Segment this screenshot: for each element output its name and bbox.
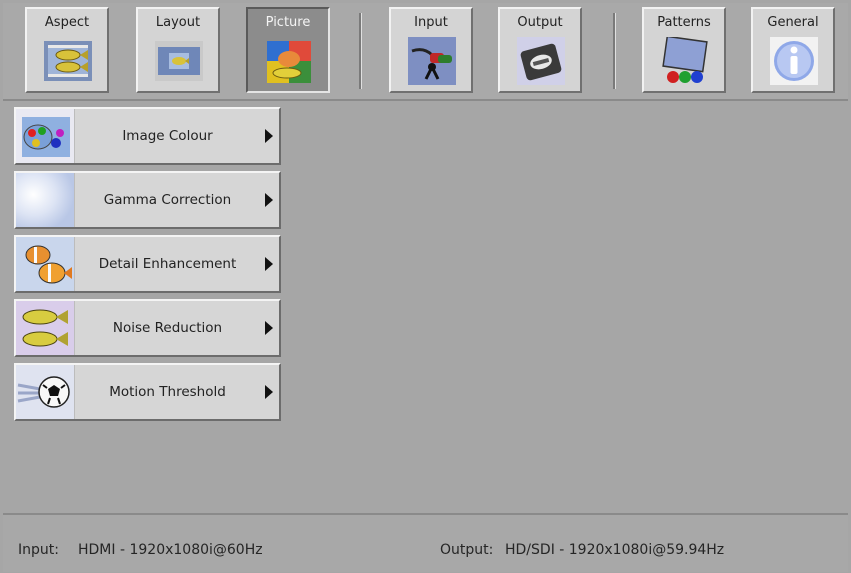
- tab-aspect[interactable]: Aspect: [25, 7, 109, 93]
- noise-reduction-icon: [16, 301, 75, 355]
- tab-layout-label: Layout: [155, 15, 201, 30]
- input-status-label: Input:: [18, 542, 59, 558]
- menu-item-image-colour-label: Image Colour: [122, 128, 213, 144]
- toolbar-divider-2: [613, 13, 616, 89]
- layout-icon: [155, 37, 203, 85]
- chevron-right-icon: [265, 129, 273, 143]
- output-icon: [517, 37, 565, 85]
- menu-item-detail-enhancement-label: Detail Enhancement: [98, 256, 237, 272]
- chevron-right-icon: [265, 257, 273, 271]
- general-info-icon: [770, 37, 818, 85]
- tab-output-label: Output: [517, 15, 563, 30]
- image-colour-icon: [16, 109, 75, 163]
- gamma-correction-icon: [16, 173, 75, 227]
- status-bar: Input: HDMI - 1920x1080i@60Hz Output: HD…: [3, 513, 848, 572]
- menu-item-gamma-correction-label: Gamma Correction: [103, 192, 232, 208]
- detail-enhancement-icon: [16, 237, 75, 291]
- tab-patterns-label: Patterns: [657, 15, 711, 30]
- tab-general-label: General: [767, 15, 819, 30]
- menu-item-noise-reduction[interactable]: Noise Reduction: [14, 299, 281, 357]
- tab-picture-label: Picture: [265, 15, 311, 30]
- menu-item-motion-threshold-label: Motion Threshold: [109, 384, 226, 400]
- patterns-icon: [661, 37, 709, 85]
- menu-item-detail-enhancement[interactable]: Detail Enhancement: [14, 235, 281, 293]
- tab-aspect-label: Aspect: [44, 15, 90, 30]
- menu-item-motion-threshold[interactable]: Motion Threshold: [14, 363, 281, 421]
- tab-input-label: Input: [414, 15, 448, 30]
- tab-input[interactable]: Input: [389, 7, 473, 93]
- picture-icon: [265, 37, 313, 85]
- motion-threshold-icon: [16, 365, 75, 419]
- tab-layout[interactable]: Layout: [136, 7, 220, 93]
- input-status-value: HDMI - 1920x1080i@60Hz: [78, 542, 263, 558]
- chevron-right-icon: [265, 385, 273, 399]
- tab-picture[interactable]: Picture: [246, 7, 330, 93]
- output-status-label: Output:: [440, 542, 494, 558]
- menu-item-noise-reduction-label: Noise Reduction: [112, 320, 223, 336]
- chevron-right-icon: [265, 321, 273, 335]
- tab-patterns[interactable]: Patterns: [642, 7, 726, 93]
- tab-output[interactable]: Output: [498, 7, 582, 93]
- menu-item-gamma-correction[interactable]: Gamma Correction: [14, 171, 281, 229]
- tab-general[interactable]: General: [751, 7, 835, 93]
- top-toolbar: Aspect Layout Picture Input Output Patte…: [3, 3, 848, 101]
- chevron-right-icon: [265, 193, 273, 207]
- toolbar-divider: [359, 13, 362, 89]
- input-icon: [408, 37, 456, 85]
- aspect-icon: [44, 37, 92, 85]
- output-status-value: HD/SDI - 1920x1080i@59.94Hz: [505, 542, 725, 558]
- menu-item-image-colour[interactable]: Image Colour: [14, 107, 281, 165]
